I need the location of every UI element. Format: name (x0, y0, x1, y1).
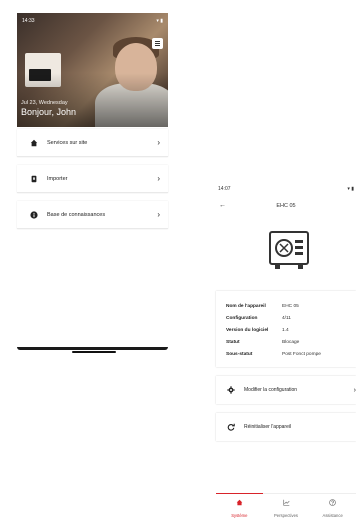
home-screen: 14:33 ▾ ▮ Jul 23, Wednesday Bonjour, Joh… (17, 13, 168, 355)
card-label: Importer (47, 175, 68, 182)
import-icon (29, 174, 39, 184)
info-icon (29, 210, 39, 220)
nav-label: Système (231, 513, 248, 518)
info-row-name: Nom de l'appareil EHC 05 (226, 304, 351, 309)
chevron-right-icon: › (157, 210, 160, 219)
info-key: Sous-statut (226, 352, 253, 357)
nav-item-assistance[interactable]: Assistance (309, 493, 356, 518)
chart-icon (282, 493, 290, 511)
card-services-sur-site[interactable]: Services sur site › (17, 129, 168, 157)
hero-date: Jul 23, Wednesday (21, 100, 68, 106)
info-key: Configuration (226, 316, 258, 321)
card-label: Services sur site (47, 139, 88, 146)
home-icon (236, 493, 243, 511)
action-label: Modifier la configuration (244, 387, 298, 393)
status-bar: 14:33 ▾ ▮ (22, 16, 163, 26)
status-bar: 14:07 ▾ ▮ (218, 186, 354, 194)
card-importer[interactable]: Importer › (17, 165, 168, 193)
info-value: 4/11 (282, 316, 291, 321)
nav-item-perspectives[interactable]: Perspectives (263, 493, 310, 518)
action-label: Réinitialiser l'appareil (244, 424, 292, 430)
info-key: Nom de l'appareil (226, 304, 266, 309)
home-icon (29, 138, 39, 148)
status-time: 14:33 (22, 18, 35, 24)
back-arrow-icon[interactable]: ← (219, 202, 229, 212)
info-key: Version du logiciel (226, 328, 269, 333)
info-value: Blocage (282, 340, 300, 345)
home-indicator[interactable] (72, 351, 116, 353)
info-value: EHC 05 (282, 304, 299, 309)
device-info-panel: Nom de l'appareil EHC 05 Configuration 4… (216, 291, 356, 367)
info-value: Post Fonct pompe (282, 352, 321, 357)
nav-label: Assistance (322, 513, 343, 518)
page-title: EHC 05 (276, 203, 296, 209)
bottom-bar (17, 347, 168, 350)
modify-configuration-button[interactable]: Modifier la configuration › (216, 376, 356, 404)
reset-device-button[interactable]: Réinitialiser l'appareil (216, 413, 356, 441)
chevron-right-icon: › (157, 138, 160, 147)
refresh-icon (226, 422, 236, 432)
gear-icon (226, 385, 236, 395)
device-detail-screen: 14:07 ▾ ▮ ← EHC 05 Nom de l'appareil EHC… (216, 183, 356, 518)
info-row-configuration: Configuration 4/11 (226, 316, 351, 321)
hero-banner: 14:33 ▾ ▮ Jul 23, Wednesday Bonjour, Joh… (17, 13, 168, 127)
card-base-de-connaissances[interactable]: Base de connaissances › (17, 201, 168, 229)
info-row-status: Statut Blocage (226, 340, 351, 345)
info-key: Statut (226, 340, 240, 345)
signal-icon: ▾ ▮ (156, 18, 163, 24)
info-row-sub-status: Sous-statut Post Fonct pompe (226, 352, 351, 357)
card-label: Base de connaissances (47, 211, 106, 218)
signal-icon: ▾ ▮ (347, 186, 354, 192)
help-icon (329, 493, 336, 511)
info-row-software-version: Version du logiciel 1.4 (226, 328, 351, 333)
hero-greeting: Bonjour, John (21, 107, 77, 117)
chevron-right-icon: › (157, 174, 160, 183)
nav-item-systeme[interactable]: Système (216, 493, 263, 518)
status-time: 14:07 (218, 186, 231, 192)
nav-label: Perspectives (274, 513, 298, 518)
info-value: 1.4 (282, 328, 289, 333)
appliance-icon (267, 230, 311, 272)
hamburger-icon[interactable] (152, 38, 163, 49)
bottom-nav: Système Perspectives Assistance (216, 493, 356, 518)
